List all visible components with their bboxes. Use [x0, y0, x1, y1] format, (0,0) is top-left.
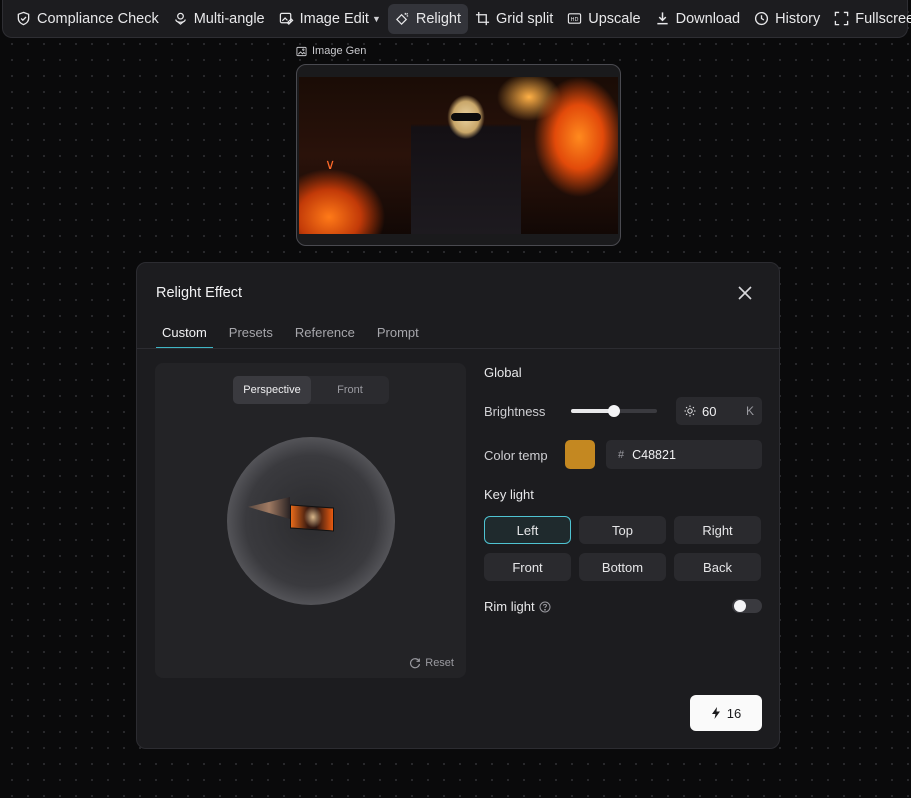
image-subject: [411, 77, 521, 234]
rim-light-label: Rim light: [484, 599, 535, 614]
help-icon[interactable]: [539, 601, 551, 613]
image-gen-node[interactable]: ∨: [296, 64, 621, 246]
brightness-input[interactable]: 60 K: [676, 397, 762, 425]
refresh-icon: [410, 658, 421, 669]
image-edit-label: Image Edit: [299, 10, 369, 27]
chevron-down-icon: ▼: [371, 13, 381, 24]
sun-icon: [684, 405, 696, 417]
svg-text:HD: HD: [571, 17, 579, 23]
subject-thumbnail: [290, 504, 334, 532]
reset-button[interactable]: Reset: [409, 657, 454, 669]
rim-light-toggle[interactable]: [732, 599, 762, 613]
lightning-icon: [711, 707, 720, 719]
top-toolbar: Compliance Check Multi-angle Image Edit …: [2, 0, 911, 38]
compliance-check-label: Compliance Check: [37, 10, 159, 27]
download-icon: [656, 12, 668, 25]
tab-custom[interactable]: Custom: [156, 325, 213, 349]
multi-angle-icon: [174, 12, 186, 25]
brightness-slider[interactable]: [571, 405, 657, 417]
tab-presets[interactable]: Presets: [223, 325, 279, 349]
download-button[interactable]: Download: [648, 4, 748, 34]
light-preview-panel: Perspective Front Reset: [155, 363, 466, 678]
hd-icon: HD: [568, 13, 582, 24]
download-label: Download: [675, 10, 741, 27]
relight-icon: [395, 12, 409, 25]
key-light-front-button[interactable]: Front: [484, 553, 571, 581]
color-hex-value: C48821: [632, 447, 676, 462]
image-edit-button[interactable]: Image Edit ▼: [272, 4, 388, 34]
key-light-left-button[interactable]: Left: [484, 516, 571, 544]
close-button[interactable]: [735, 283, 755, 303]
clock-icon: [755, 11, 769, 26]
key-light-top-button[interactable]: Top: [579, 516, 666, 544]
close-icon: [738, 286, 752, 300]
fullscreen-button[interactable]: Fullscreen: [827, 4, 911, 34]
view-perspective[interactable]: Perspective: [233, 376, 311, 404]
fullscreen-icon: [835, 11, 849, 26]
fullscreen-label: Fullscreen: [855, 10, 911, 27]
toggle-knob: [734, 600, 746, 612]
key-light-bottom-button[interactable]: Bottom: [579, 553, 666, 581]
history-button[interactable]: History: [747, 4, 827, 34]
brightness-slider-handle[interactable]: [608, 405, 620, 417]
history-label: History: [775, 10, 821, 27]
color-hex-input[interactable]: # C48821: [606, 440, 762, 469]
node-label-text: Image Gen: [312, 45, 367, 57]
multi-angle-button[interactable]: Multi-angle: [166, 4, 272, 34]
dialog-title: Relight Effect: [156, 285, 242, 301]
reset-label: Reset: [425, 657, 454, 669]
generate-cost: 16: [726, 705, 742, 721]
key-light-title: Key light: [484, 487, 534, 502]
image-edit-icon: [279, 12, 294, 25]
relight-button[interactable]: Relight: [387, 3, 469, 34]
key-light-options: Left Top Right Front Bottom Back: [484, 516, 762, 581]
upscale-button[interactable]: HD Upscale: [560, 4, 647, 34]
generated-image: ∨: [299, 77, 618, 234]
hash-icon: #: [618, 448, 625, 461]
tab-bar: Custom Presets Reference Prompt: [156, 325, 779, 349]
multi-angle-label: Multi-angle: [193, 10, 265, 27]
grid-split-label: Grid split: [496, 10, 554, 27]
brightness-value: 60: [702, 403, 717, 419]
image-icon: [296, 46, 307, 56]
logo-mark: ∨: [325, 157, 336, 173]
generate-button[interactable]: 16: [690, 695, 762, 731]
color-swatch[interactable]: [565, 440, 595, 469]
tab-prompt[interactable]: Prompt: [371, 325, 425, 349]
shield-check-icon: [17, 11, 30, 26]
grid-split-button[interactable]: Grid split: [468, 4, 560, 34]
relight-label: Relight: [415, 10, 462, 27]
key-light-right-button[interactable]: Right: [674, 516, 761, 544]
crop-icon: [475, 11, 490, 26]
tab-reference[interactable]: Reference: [289, 325, 361, 349]
brightness-unit: K: [745, 404, 754, 418]
upscale-label: Upscale: [588, 10, 641, 27]
brightness-label: Brightness: [484, 404, 546, 419]
view-front[interactable]: Front: [311, 376, 389, 404]
node-label: Image Gen: [296, 45, 366, 57]
compliance-check-button[interactable]: Compliance Check: [9, 4, 166, 34]
color-temp-label: Color temp: [484, 448, 548, 463]
global-section-title: Global: [484, 365, 522, 380]
key-light-back-button[interactable]: Back: [674, 553, 761, 581]
view-mode-toggle: Perspective Front: [233, 376, 389, 404]
rim-light-row: Rim light: [484, 599, 551, 614]
tabs-divider: [137, 348, 779, 349]
relight-dialog: Relight Effect Custom Presets Reference …: [136, 262, 780, 749]
